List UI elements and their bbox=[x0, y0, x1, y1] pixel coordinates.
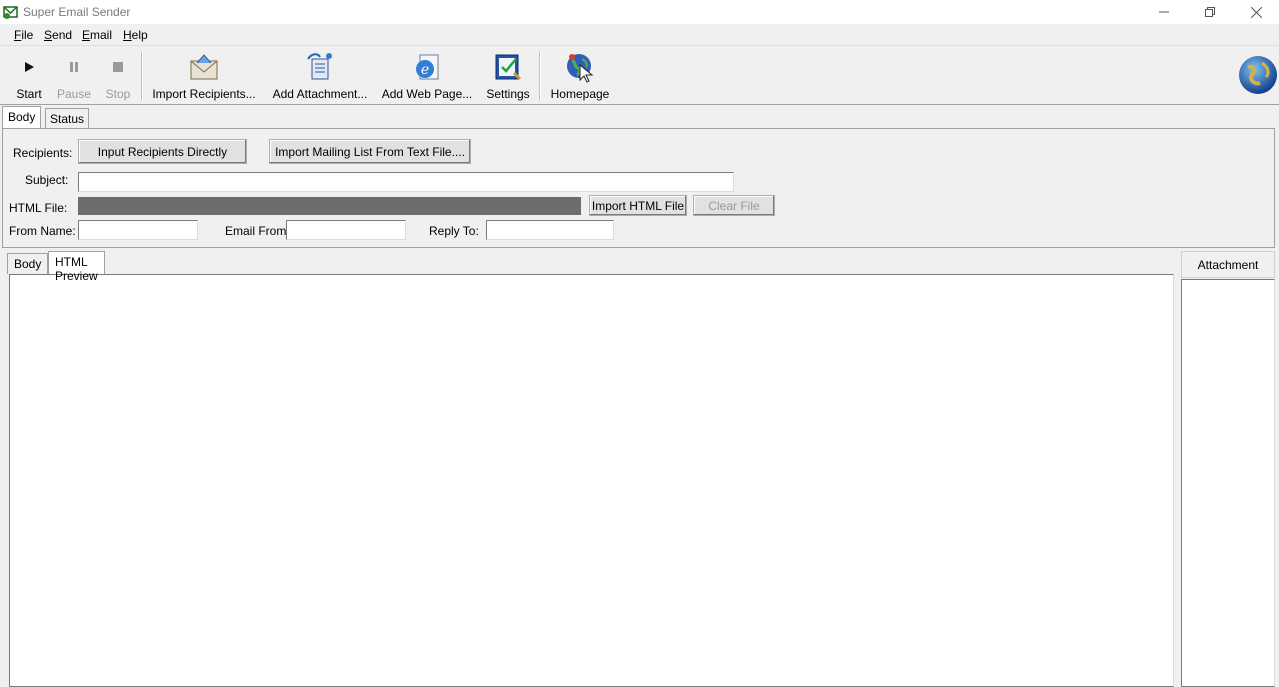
email-from-input[interactable] bbox=[286, 220, 406, 240]
start-label: Start bbox=[16, 87, 42, 101]
window-title: Super Email Sender bbox=[23, 5, 131, 19]
toolbar-separator bbox=[539, 51, 541, 101]
recipients-label: Recipients: bbox=[13, 146, 73, 160]
play-icon bbox=[25, 62, 34, 72]
top-tab-strip: Body Status bbox=[0, 106, 1279, 128]
web-page-icon: e bbox=[416, 54, 439, 80]
from-name-label: From Name: bbox=[9, 224, 76, 238]
homepage-button[interactable]: Homepage bbox=[549, 49, 611, 103]
add-attachment-label: Add Attachment... bbox=[272, 87, 368, 101]
add-web-page-button[interactable]: e Add Web Page... bbox=[382, 49, 472, 103]
from-name-input[interactable] bbox=[78, 220, 198, 240]
attachment-icon bbox=[307, 53, 332, 80]
tab-status[interactable]: Status bbox=[45, 108, 90, 128]
tab-body[interactable]: Body bbox=[2, 106, 42, 128]
tab-body-editor[interactable]: Body bbox=[7, 253, 49, 274]
pause-label: Pause bbox=[56, 87, 92, 101]
settings-checklist-icon bbox=[495, 54, 522, 81]
menu-send[interactable]: Send bbox=[44, 28, 72, 42]
html-file-label: HTML File: bbox=[9, 201, 68, 215]
stop-label: Stop bbox=[105, 87, 131, 101]
message-form-panel: Recipients: Input Recipients Directly Im… bbox=[2, 128, 1275, 248]
menu-email[interactable]: Email bbox=[82, 28, 112, 42]
toolbar: Start Pause Stop Import Recipients... Ad… bbox=[0, 47, 1279, 105]
attachment-header: Attachment bbox=[1181, 251, 1275, 278]
envelope-icon bbox=[190, 54, 218, 80]
input-recipients-button[interactable]: Input Recipients Directly bbox=[78, 139, 247, 164]
stop-icon bbox=[113, 62, 123, 72]
minimize-icon bbox=[1159, 11, 1169, 13]
app-icon bbox=[3, 6, 18, 19]
email-from-label: Email From: bbox=[225, 224, 290, 238]
minimize-button[interactable] bbox=[1141, 0, 1187, 24]
start-button[interactable]: Start bbox=[12, 49, 46, 103]
import-mailing-list-button[interactable]: Import Mailing List From Text File.... bbox=[269, 139, 471, 164]
menu-file[interactable]: File bbox=[14, 28, 33, 42]
add-attachment-button[interactable]: Add Attachment... bbox=[269, 49, 371, 103]
globe-cursor-icon bbox=[567, 54, 594, 83]
attachment-list[interactable] bbox=[1181, 279, 1275, 687]
html-preview-area[interactable] bbox=[9, 274, 1174, 687]
menu-help[interactable]: Help bbox=[123, 28, 148, 42]
import-recipients-label: Import Recipients... bbox=[152, 87, 256, 101]
settings-button[interactable]: Settings bbox=[485, 49, 531, 103]
pause-button[interactable]: Pause bbox=[56, 49, 92, 103]
stop-button[interactable]: Stop bbox=[102, 49, 134, 103]
clear-file-button[interactable]: Clear File bbox=[693, 195, 775, 216]
globe-logo-icon bbox=[1239, 56, 1277, 94]
import-html-file-button[interactable]: Import HTML File bbox=[589, 195, 687, 216]
pause-icon bbox=[70, 62, 78, 72]
close-button[interactable] bbox=[1233, 0, 1279, 24]
subject-label: Subject: bbox=[25, 173, 69, 187]
tab-html-preview[interactable]: HTML Preview bbox=[48, 251, 105, 283]
title-bar: Super Email Sender bbox=[0, 0, 1279, 24]
import-recipients-button[interactable]: Import Recipients... bbox=[151, 49, 257, 103]
restore-button[interactable] bbox=[1187, 0, 1233, 24]
subject-input[interactable] bbox=[78, 172, 734, 192]
html-file-path-field bbox=[78, 197, 581, 215]
toolbar-separator bbox=[141, 51, 143, 101]
menu-bar: File Send Email Help bbox=[0, 24, 1279, 46]
reply-to-label: Reply To: bbox=[429, 224, 479, 238]
close-icon bbox=[1250, 6, 1262, 18]
reply-to-input[interactable] bbox=[486, 220, 614, 240]
svg-text:e: e bbox=[421, 62, 429, 78]
restore-icon bbox=[1205, 7, 1215, 17]
add-web-page-label: Add Web Page... bbox=[381, 87, 473, 101]
homepage-label: Homepage bbox=[550, 87, 610, 101]
settings-label: Settings bbox=[486, 87, 530, 101]
